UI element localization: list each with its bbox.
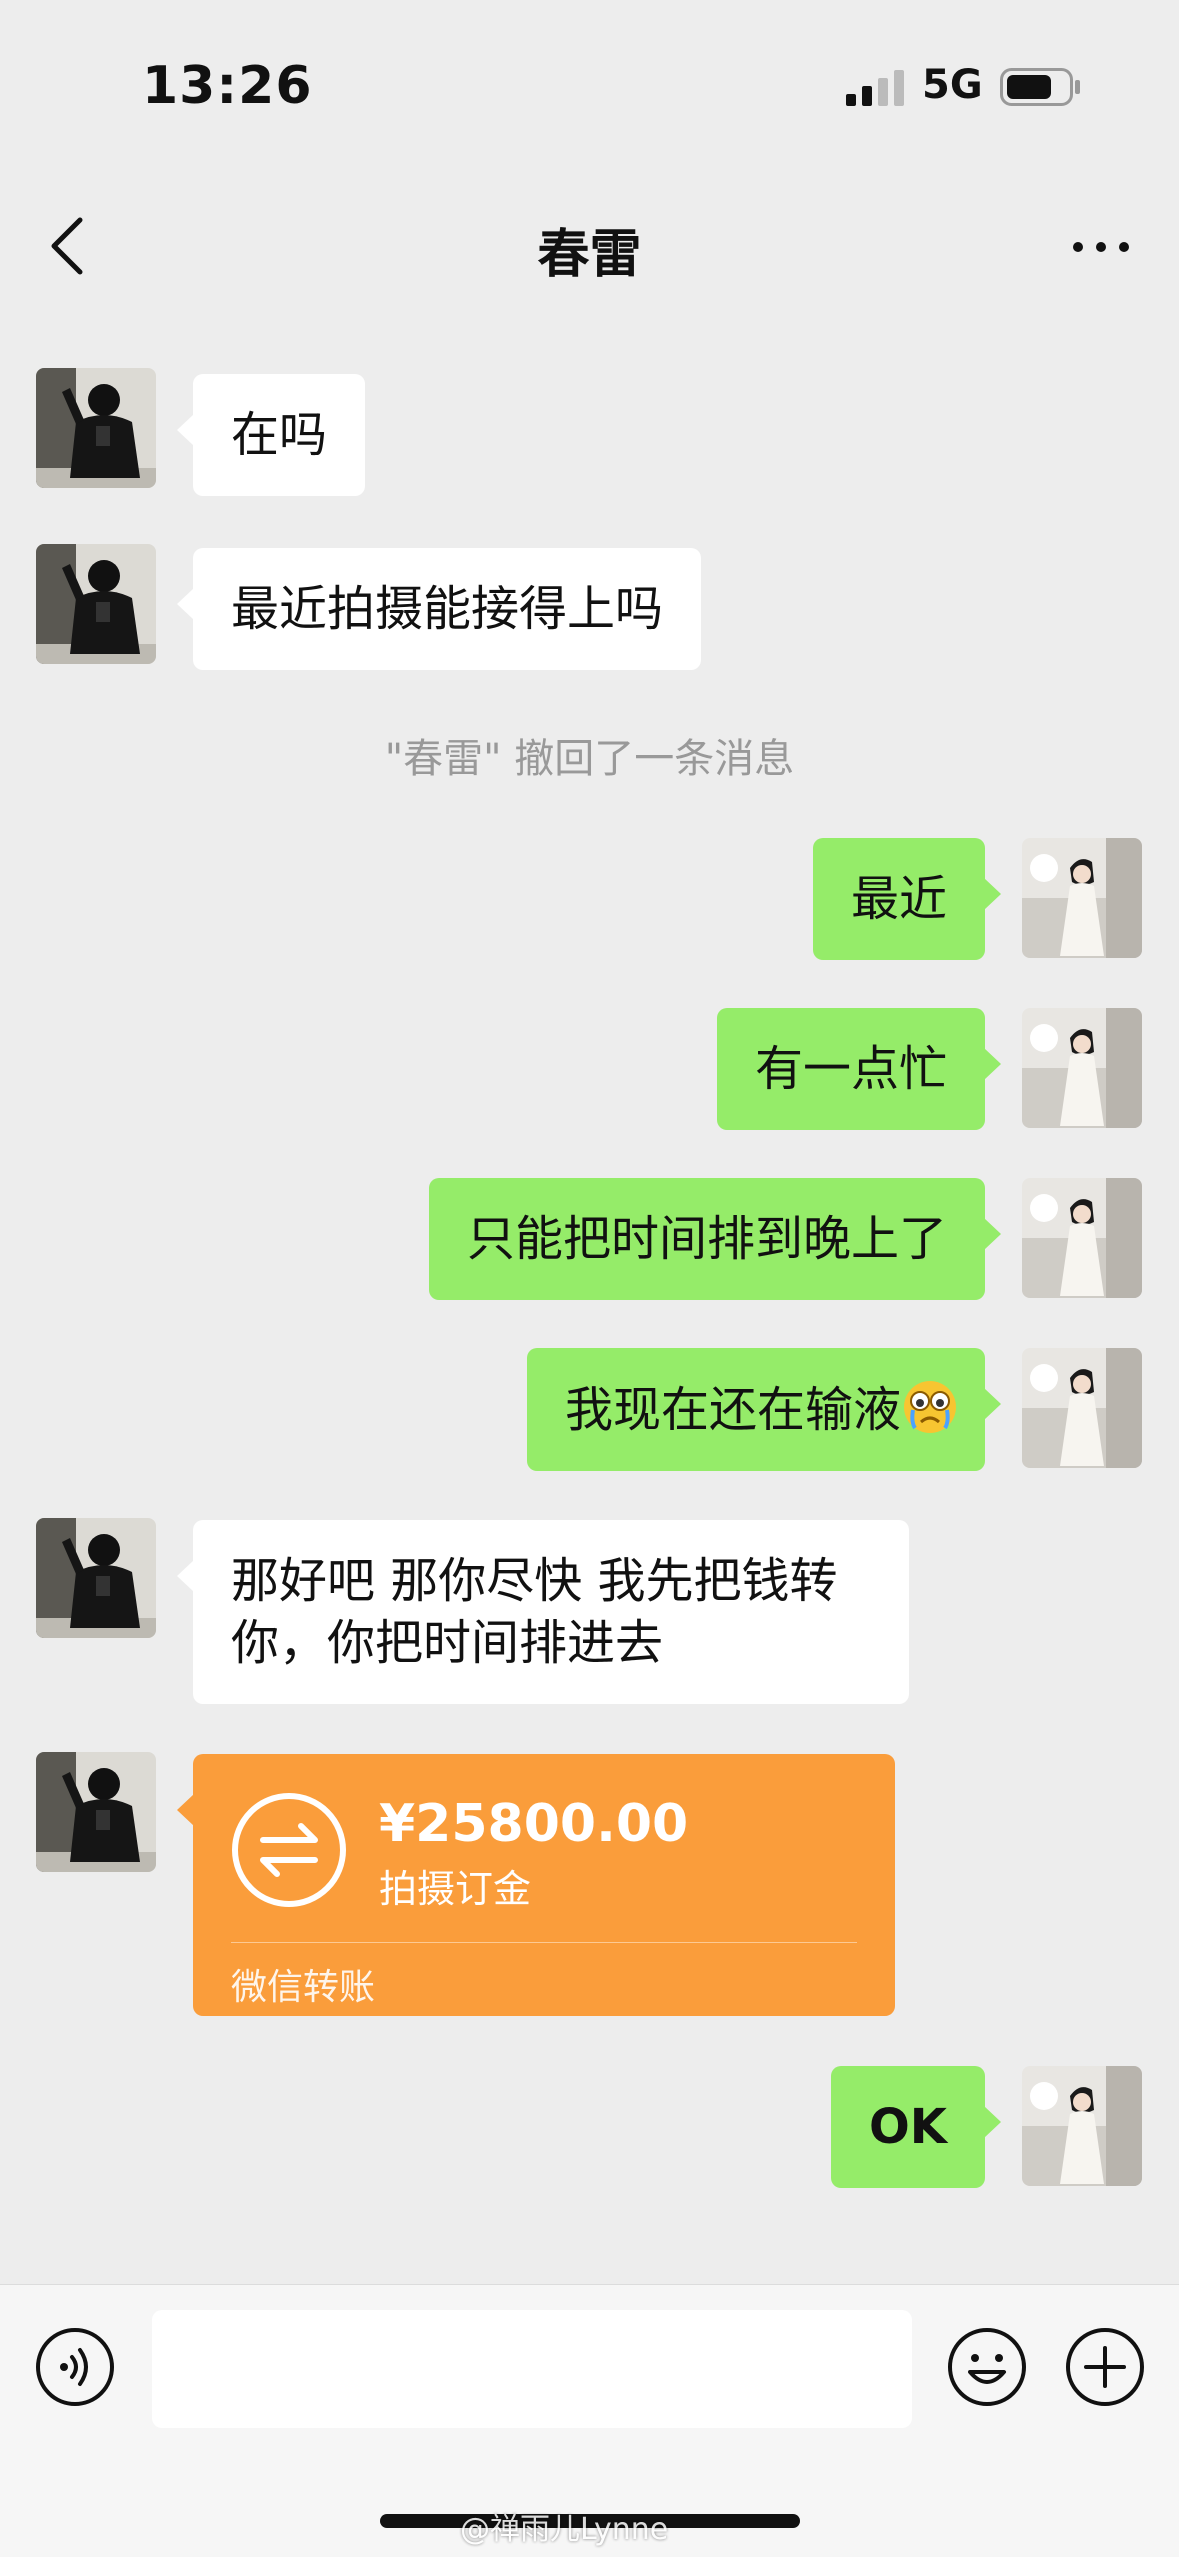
divider	[231, 1942, 857, 1943]
my-avatar[interactable]	[1022, 2066, 1142, 2186]
my-avatar[interactable]	[1022, 1348, 1142, 1468]
chat-title: 春雷	[537, 225, 642, 285]
battery-icon	[1000, 68, 1080, 106]
crying-face-emoji-icon	[904, 1381, 956, 1433]
transfer-amount: ¥25800.00	[379, 1794, 689, 1854]
my-avatar[interactable]	[1022, 838, 1142, 958]
outgoing-message[interactable]: 最近	[812, 838, 1002, 960]
recall-notice: "春雷" 撤回了一条消息	[384, 736, 795, 782]
watermark: @禅雨儿Lynne	[460, 2512, 669, 2547]
contact-avatar[interactable]	[36, 368, 156, 488]
emoji-icon[interactable]	[946, 2326, 1028, 2408]
voice-input-icon[interactable]	[34, 2326, 116, 2408]
transfer-source-label: 微信转账	[231, 1967, 376, 2008]
network-type: 5G	[922, 62, 983, 108]
more-options-icon[interactable]	[1070, 232, 1132, 262]
message-text: 我现在还在输液	[564, 1382, 901, 1438]
contact-avatar[interactable]	[36, 1518, 156, 1638]
status-time: 13:26	[142, 56, 313, 116]
contact-avatar[interactable]	[36, 1752, 156, 1872]
cellular-signal-icon	[846, 70, 904, 106]
message-input[interactable]	[152, 2310, 912, 2428]
my-avatar[interactable]	[1022, 1178, 1142, 1298]
incoming-message[interactable]: 那好吧 那你尽快 我先把钱转你，你把时间排进去	[177, 1520, 909, 1704]
outgoing-message[interactable]: 我现在还在输液	[526, 1348, 1002, 1471]
status-bar: 13:26 5G	[0, 0, 1179, 170]
my-avatar[interactable]	[1022, 1008, 1142, 1128]
incoming-message[interactable]: 最近拍摄能接得上吗	[176, 548, 702, 670]
transfer-note: 拍摄订金	[379, 1867, 532, 1911]
incoming-message[interactable]: 在吗	[176, 374, 366, 496]
outgoing-message[interactable]: 有一点忙	[716, 1008, 1002, 1130]
contact-avatar[interactable]	[36, 544, 156, 664]
money-transfer-card[interactable]: ¥25800.00 拍摄订金 微信转账	[177, 1754, 895, 2016]
plus-icon[interactable]	[1064, 2326, 1146, 2408]
transfer-arrows-icon	[232, 1793, 346, 1907]
outgoing-message[interactable]: OK	[831, 2066, 1001, 2188]
outgoing-message[interactable]: 只能把时间排到晚上了	[428, 1178, 1002, 1300]
